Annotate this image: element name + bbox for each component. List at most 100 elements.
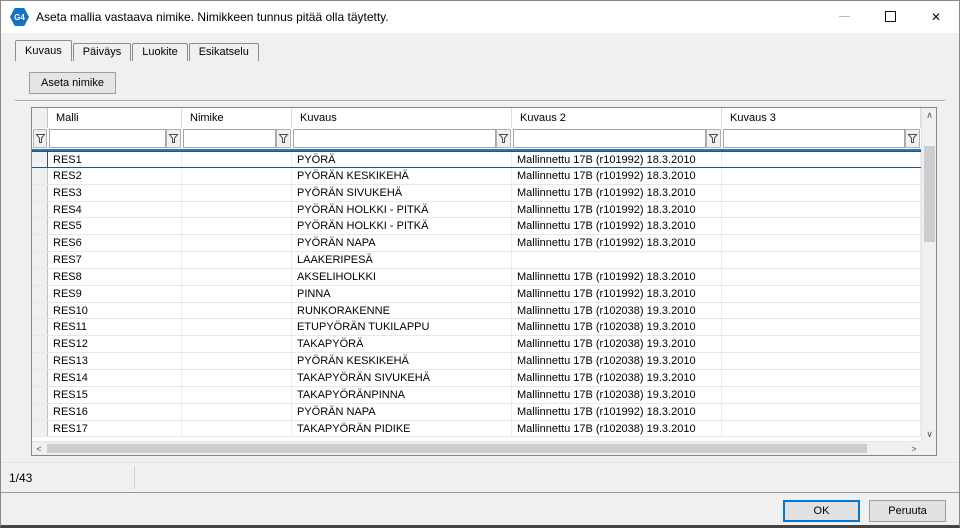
close-button[interactable]: ✕ — [913, 1, 959, 32]
row-indicator — [32, 269, 48, 285]
section-divider — [15, 100, 945, 102]
horizontal-scrollbar[interactable]: < > — [32, 441, 921, 455]
cell-kuvaus3 — [722, 353, 921, 369]
funnel-icon — [907, 133, 918, 144]
filter-input-kuvaus2[interactable] — [513, 129, 706, 148]
table-row-res4[interactable]: RES4PYÖRÄN HOLKKI - PITKÄMallinnettu 17B… — [32, 202, 921, 219]
ok-button[interactable]: OK — [783, 500, 860, 522]
table-row-res10[interactable]: RES10RUNKORAKENNEMallinnettu 17B (r10203… — [32, 303, 921, 320]
table-row-res1[interactable]: RES1PYÖRÄMallinnettu 17B (r101992) 18.3.… — [32, 151, 921, 168]
cell-malli: RES16 — [48, 404, 182, 420]
tab-luokite[interactable]: Luokite — [132, 43, 187, 61]
table-row-res14[interactable]: RES14TAKAPYÖRÄN SIVUKEHÄMallinnettu 17B … — [32, 370, 921, 387]
cell-kuvaus: TAKAPYÖRÄN SIVUKEHÄ — [292, 370, 512, 386]
window-title: Aseta mallia vastaava nimike. Nimikkeen … — [36, 10, 389, 24]
table-row-res16[interactable]: RES16PYÖRÄN NAPAMallinnettu 17B (r101992… — [32, 404, 921, 421]
filter-button-all[interactable] — [33, 129, 47, 148]
cell-kuvaus2: Mallinnettu 17B (r101992) 18.3.2010 — [512, 168, 722, 184]
cell-kuvaus3 — [722, 387, 921, 403]
table-row-res11[interactable]: RES11ETUPYÖRÄN TUKILAPPUMallinnettu 17B … — [32, 319, 921, 336]
cell-kuvaus: LAAKERIPESÄ — [292, 252, 512, 268]
cell-kuvaus2: Mallinnettu 17B (r101992) 18.3.2010 — [512, 202, 722, 218]
minimize-button[interactable] — [821, 1, 867, 32]
aseta-nimike-button[interactable]: Aseta nimike — [29, 72, 116, 94]
cell-malli: RES6 — [48, 235, 182, 251]
table-row-res8[interactable]: RES8AKSELIHOLKKIMallinnettu 17B (r101992… — [32, 269, 921, 286]
row-indicator — [32, 353, 48, 369]
cell-kuvaus: ETUPYÖRÄN TUKILAPPU — [292, 319, 512, 335]
cell-kuvaus3 — [722, 202, 921, 218]
cell-kuvaus: RUNKORAKENNE — [292, 303, 512, 319]
cell-kuvaus2: Mallinnettu 17B (r101992) 18.3.2010 — [512, 185, 722, 201]
vertical-scrollbar[interactable]: ∧ ∨ — [921, 108, 936, 441]
vertical-scrollbar-thumb[interactable] — [924, 146, 935, 242]
tab-esikatselu[interactable]: Esikatselu — [189, 43, 259, 61]
tab-kuvaus[interactable]: Kuvaus — [15, 40, 72, 61]
row-indicator — [32, 404, 48, 420]
column-header-malli[interactable]: Malli — [48, 108, 182, 128]
cell-kuvaus3 — [722, 421, 921, 437]
titlebar: G4 Aseta mallia vastaava nimike. Nimikke… — [1, 1, 959, 33]
cell-kuvaus2 — [512, 252, 722, 268]
filter-input-kuvaus3[interactable] — [723, 129, 905, 148]
cell-nimike — [182, 152, 292, 167]
table-row-res9[interactable]: RES9PINNAMallinnettu 17B (r101992) 18.3.… — [32, 286, 921, 303]
filter-input-malli[interactable] — [49, 129, 166, 148]
dialog-window: G4 Aseta mallia vastaava nimike. Nimikke… — [0, 0, 960, 528]
scroll-right-arrow-icon[interactable]: > — [907, 442, 921, 455]
close-icon: ✕ — [931, 11, 941, 23]
column-header-nimike[interactable]: Nimike — [182, 108, 292, 128]
table-row-res12[interactable]: RES12TAKAPYÖRÄMallinnettu 17B (r102038) … — [32, 336, 921, 353]
cell-nimike — [182, 319, 292, 335]
filter-button-kuvaus[interactable] — [496, 129, 511, 148]
scroll-down-arrow-icon[interactable]: ∨ — [922, 427, 937, 441]
column-header-kuvaus2[interactable]: Kuvaus 2 — [512, 108, 722, 128]
tab-päiväys[interactable]: Päiväys — [73, 43, 132, 61]
horizontal-scrollbar-thumb[interactable] — [47, 444, 867, 453]
row-indicator — [32, 303, 48, 319]
table-row-res3[interactable]: RES3PYÖRÄN SIVUKEHÄMallinnettu 17B (r101… — [32, 185, 921, 202]
row-indicator — [32, 387, 48, 403]
maximize-button[interactable] — [867, 1, 913, 32]
cell-kuvaus: PYÖRÄ — [292, 152, 512, 167]
row-indicator — [32, 235, 48, 251]
filter-button-malli[interactable] — [166, 129, 181, 148]
record-counter: 1/43 — [9, 471, 32, 485]
table-row-res7[interactable]: RES7 LAAKERIPESÄ — [32, 252, 921, 269]
cancel-button[interactable]: Peruuta — [869, 500, 946, 522]
grid-filter-row — [32, 128, 921, 151]
cell-nimike — [182, 168, 292, 184]
cell-nimike — [182, 303, 292, 319]
row-indicator — [32, 152, 48, 167]
table-row-res13[interactable]: RES13PYÖRÄN KESKIKEHÄMallinnettu 17B (r1… — [32, 353, 921, 370]
row-indicator — [32, 202, 48, 218]
row-indicator-header — [32, 108, 48, 128]
filter-button-nimike[interactable] — [276, 129, 291, 148]
filter-button-kuvaus3[interactable] — [905, 129, 920, 148]
app-icon-g4: G4 — [10, 8, 29, 26]
column-header-kuvaus[interactable]: Kuvaus — [292, 108, 512, 128]
cell-kuvaus3 — [722, 286, 921, 302]
cell-kuvaus2: Mallinnettu 17B (r101992) 18.3.2010 — [512, 235, 722, 251]
cell-malli: RES5 — [48, 218, 182, 234]
filter-button-kuvaus2[interactable] — [706, 129, 721, 148]
scroll-up-arrow-icon[interactable]: ∧ — [922, 108, 937, 122]
cell-kuvaus: PYÖRÄN HOLKKI - PITKÄ — [292, 218, 512, 234]
cell-kuvaus3 — [722, 168, 921, 184]
scroll-left-arrow-icon[interactable]: < — [32, 442, 46, 455]
grid-header-row: MalliNimikeKuvausKuvaus 2Kuvaus 3 — [32, 108, 921, 128]
table-row-res2[interactable]: RES2PYÖRÄN KESKIKEHÄMallinnettu 17B (r10… — [32, 168, 921, 185]
table-row-res17[interactable]: RES17TAKAPYÖRÄN PIDIKEMallinnettu 17B (r… — [32, 421, 921, 438]
cell-kuvaus3 — [722, 252, 921, 268]
filter-input-nimike[interactable] — [183, 129, 276, 148]
cell-nimike — [182, 370, 292, 386]
cell-malli: RES7 — [48, 252, 182, 268]
cell-kuvaus2: Mallinnettu 17B (r102038) 19.3.2010 — [512, 353, 722, 369]
table-row-res5[interactable]: RES5PYÖRÄN HOLKKI - PITKÄMallinnettu 17B… — [32, 218, 921, 235]
table-row-res6[interactable]: RES6PYÖRÄN NAPAMallinnettu 17B (r101992)… — [32, 235, 921, 252]
column-header-kuvaus3[interactable]: Kuvaus 3 — [722, 108, 921, 128]
cell-nimike — [182, 252, 292, 268]
table-row-res15[interactable]: RES15TAKAPYÖRÄNPINNAMallinnettu 17B (r10… — [32, 387, 921, 404]
cell-malli: RES1 — [48, 152, 182, 167]
filter-input-kuvaus[interactable] — [293, 129, 496, 148]
